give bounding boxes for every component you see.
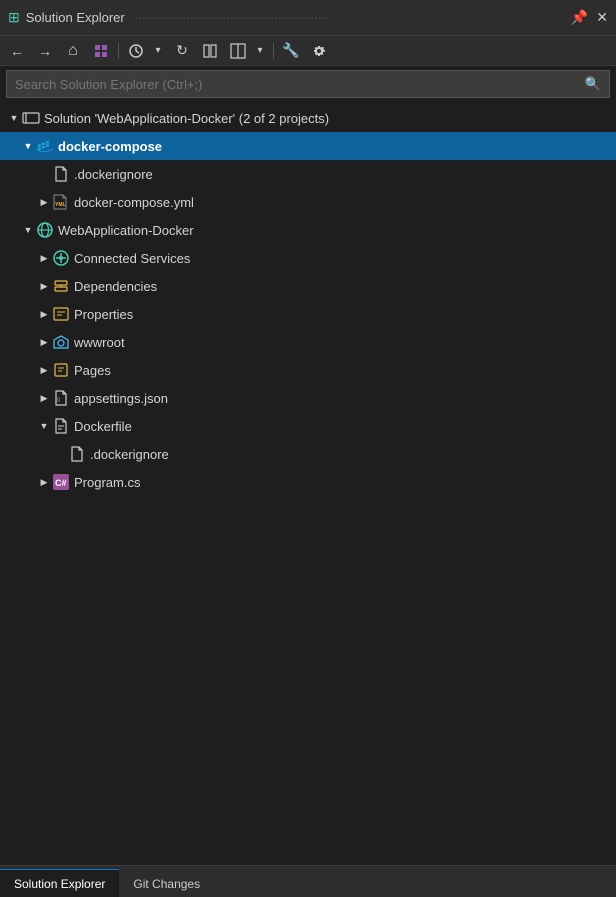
- title-bar-left: ⊞ Solution Explorer ····················…: [8, 9, 329, 26]
- dockerfile-label: Dockerfile: [74, 419, 132, 434]
- preview-dropdown[interactable]: ▾: [251, 39, 269, 63]
- tree-item-dependencies[interactable]: ▶ Dependencies: [0, 272, 616, 300]
- tab-solution-explorer[interactable]: Solution Explorer: [0, 869, 119, 897]
- yml-icon: YML: [52, 193, 70, 211]
- preview-button[interactable]: [225, 39, 251, 63]
- wrench-button[interactable]: 🔧: [278, 39, 304, 63]
- refresh-button[interactable]: ↻: [169, 39, 195, 63]
- dockerfile-icon: [52, 417, 70, 435]
- dockerignore-2-label: .dockerignore: [90, 447, 169, 462]
- preview-group: ▾: [225, 39, 269, 63]
- solution-explorer-icon: ⊞: [8, 9, 20, 26]
- tree-container: ▼ Solution 'WebApplication-Docker' (2 of…: [0, 102, 616, 498]
- search-input[interactable]: [15, 77, 585, 92]
- tree-item-pages[interactable]: ▶ Pages: [0, 356, 616, 384]
- wwwroot-label: wwwroot: [74, 335, 125, 350]
- history-dropdown[interactable]: ▾: [149, 39, 167, 63]
- svg-text:{}: {}: [57, 397, 61, 402]
- dependencies-icon: [52, 277, 70, 295]
- properties-icon: [52, 305, 70, 323]
- toolbar-sep-2: [273, 43, 274, 59]
- tree-item-docker-compose-yml[interactable]: ▶ YML docker-compose.yml: [0, 188, 616, 216]
- history-group: ▾: [123, 39, 167, 63]
- tree-item-dockerignore-1[interactable]: .dockerignore: [0, 160, 616, 188]
- search-icon: 🔍: [585, 76, 601, 92]
- tree-item-appsettings[interactable]: ▶ {} appsettings.json: [0, 384, 616, 412]
- tree-item-wwwroot[interactable]: ▶ wwwroot: [0, 328, 616, 356]
- wwwroot-expand-arrow[interactable]: ▶: [36, 334, 52, 350]
- solution-row[interactable]: ▼ Solution 'WebApplication-Docker' (2 of…: [0, 104, 616, 132]
- title-bar: ⊞ Solution Explorer ····················…: [0, 0, 616, 36]
- tree-item-webapp-docker[interactable]: ▼ WebApplication-Docker: [0, 216, 616, 244]
- tree-item-program-cs[interactable]: ▶ C# Program.cs: [0, 468, 616, 496]
- webapp-expand-arrow[interactable]: ▼: [20, 222, 36, 238]
- tree-item-dockerignore-2[interactable]: .dockerignore: [0, 440, 616, 468]
- toolbar: ← → ⌂ ▾ ↻ ▾ 🔧: [0, 36, 616, 66]
- title-dots: ········································…: [131, 12, 329, 24]
- csharp-icon: C#: [52, 473, 70, 491]
- appsettings-icon: {}: [52, 389, 70, 407]
- properties-expand-arrow[interactable]: ▶: [36, 306, 52, 322]
- pin-icon[interactable]: 📌: [571, 9, 588, 26]
- toolbar-sep-1: [118, 43, 119, 59]
- back-button[interactable]: ←: [4, 39, 30, 63]
- properties-label: Properties: [74, 307, 133, 322]
- file-icon-1: [52, 165, 70, 183]
- solution-label: Solution 'WebApplication-Docker' (2 of 2…: [44, 111, 329, 126]
- connected-services-icon: [52, 249, 70, 267]
- history-button[interactable]: [123, 39, 149, 63]
- docker-icon: [36, 137, 54, 155]
- window-title: Solution Explorer: [26, 10, 125, 25]
- program-cs-label: Program.cs: [74, 475, 140, 490]
- svg-text:C#: C#: [55, 478, 67, 488]
- appsettings-label: appsettings.json: [74, 391, 168, 406]
- appsettings-expand-arrow[interactable]: ▶: [36, 390, 52, 406]
- tab-git-changes[interactable]: Git Changes: [119, 869, 214, 897]
- connected-services-label: Connected Services: [74, 251, 190, 266]
- dockerignore-1-label: .dockerignore: [74, 167, 153, 182]
- pages-icon: [52, 361, 70, 379]
- tree-item-connected-services[interactable]: ▶ Connected Services: [0, 244, 616, 272]
- dependencies-expand-arrow[interactable]: ▶: [36, 278, 52, 294]
- solution-icon: [22, 109, 40, 127]
- dependencies-label: Dependencies: [74, 279, 157, 294]
- search-bar[interactable]: 🔍: [6, 70, 610, 98]
- tree-item-dockerfile[interactable]: ▼ Dockerfile: [0, 412, 616, 440]
- svg-text:YML: YML: [55, 202, 66, 208]
- yml-expand-arrow[interactable]: ▶: [36, 194, 52, 210]
- pages-label: Pages: [74, 363, 111, 378]
- wwwroot-icon: [52, 333, 70, 351]
- docker-compose-label: docker-compose: [58, 139, 162, 154]
- vs-icon-button[interactable]: [88, 39, 114, 63]
- title-bar-right: 📌 ✕: [571, 9, 608, 26]
- dockerfile-expand-arrow[interactable]: ▼: [36, 418, 52, 434]
- forward-button[interactable]: →: [32, 39, 58, 63]
- solution-expand-arrow[interactable]: ▼: [6, 110, 22, 126]
- webapp-docker-label: WebApplication-Docker: [58, 223, 194, 238]
- file-icon-2: [68, 445, 86, 463]
- program-expand-arrow[interactable]: ▶: [36, 474, 52, 490]
- docker-compose-expand-arrow[interactable]: ▼: [20, 138, 36, 154]
- home-button[interactable]: ⌂: [60, 39, 86, 63]
- tree-item-properties[interactable]: ▶ Properties: [0, 300, 616, 328]
- settings-button[interactable]: [306, 39, 332, 63]
- collapse-button[interactable]: [197, 39, 223, 63]
- bottom-tabs: Solution Explorer Git Changes: [0, 865, 616, 897]
- tree-item-docker-compose[interactable]: ▼ docker-compose: [0, 132, 616, 160]
- docker-compose-yml-label: docker-compose.yml: [74, 195, 194, 210]
- connected-expand-arrow[interactable]: ▶: [36, 250, 52, 266]
- close-icon[interactable]: ✕: [596, 9, 608, 26]
- pages-expand-arrow[interactable]: ▶: [36, 362, 52, 378]
- webapp-icon: [36, 221, 54, 239]
